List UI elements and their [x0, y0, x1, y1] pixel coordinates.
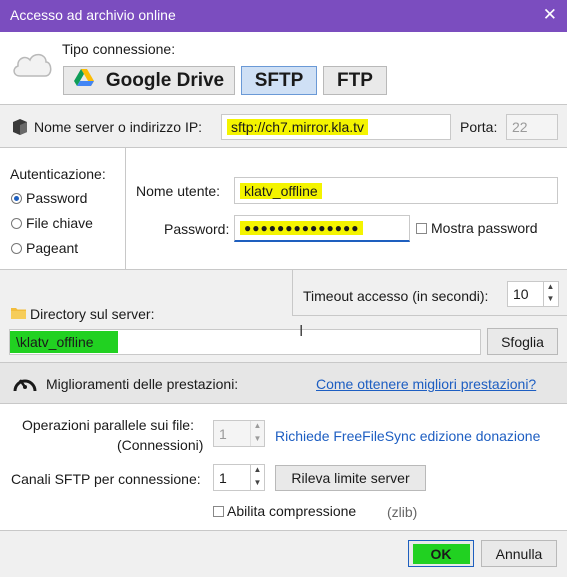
- port-value: 22: [512, 119, 528, 135]
- sftp-label: SFTP: [254, 69, 304, 91]
- folder-icon: [11, 306, 26, 322]
- title-bar: Accesso ad archivio online ✕: [0, 0, 567, 32]
- compression-checkbox[interactable]: [213, 506, 224, 517]
- ok-button[interactable]: OK: [408, 540, 474, 567]
- show-password-checkbox[interactable]: [416, 223, 427, 234]
- browse-label: Sfoglia: [501, 333, 544, 350]
- spin-down-icon[interactable]: ▼: [251, 434, 264, 447]
- parallel-sublabel: (Connessioni): [117, 437, 204, 453]
- performance-section: Operazioni parallele sui file: (Connessi…: [0, 404, 567, 530]
- username-input[interactable]: klatv_offline: [234, 177, 558, 204]
- auth-label: Autenticazione:: [10, 166, 106, 182]
- sftp-button[interactable]: SFTP: [241, 66, 317, 95]
- port-input[interactable]: 22: [506, 114, 558, 140]
- cancel-button[interactable]: Annulla: [481, 540, 557, 567]
- auth-section: Autenticazione: Password File chiave Pag…: [0, 148, 567, 269]
- speedometer-icon: [12, 371, 38, 398]
- radio-pageant[interactable]: [11, 243, 22, 254]
- compression-label[interactable]: Abilita compressione: [227, 503, 356, 519]
- server-label: Nome server o indirizzo IP:: [34, 119, 203, 135]
- radio-key-file-label[interactable]: File chiave: [26, 215, 93, 231]
- radio-password-label[interactable]: Password: [26, 190, 87, 206]
- timeout-box: Timeout accesso (in secondi): 10 ▲ ▼: [292, 270, 567, 316]
- ftp-label: FTP: [337, 69, 373, 91]
- performance-header: Miglioramenti delle prestazioni: Come ot…: [0, 363, 567, 403]
- cancel-label: Annulla: [495, 545, 543, 562]
- donation-link[interactable]: Richiede FreeFileSync edizione donazione: [275, 428, 540, 444]
- radio-key-file[interactable]: [11, 218, 22, 229]
- footer: OK Annulla: [0, 531, 567, 577]
- server-icon: [12, 119, 28, 138]
- parallel-label: Operazioni parallele sui file:: [22, 417, 194, 433]
- password-input[interactable]: ●●●●●●●●●●●●●●: [234, 215, 410, 242]
- server-value: sftp://ch7.mirror.kla.tv: [227, 119, 369, 135]
- server-section: Nome server o indirizzo IP: sftp://ch7.m…: [0, 105, 567, 147]
- browse-button[interactable]: Sfoglia: [487, 328, 558, 355]
- username-label: Nome utente:: [136, 183, 221, 199]
- server-input[interactable]: sftp://ch7.mirror.kla.tv: [221, 114, 451, 140]
- show-password-label[interactable]: Mostra password: [431, 220, 538, 236]
- window-title: Accesso ad archivio online: [10, 7, 176, 23]
- timeout-label: Timeout accesso (in secondi):: [303, 288, 489, 304]
- detect-limit-label: Rileva limite server: [291, 470, 410, 486]
- spin-up-icon[interactable]: ▲: [251, 421, 264, 434]
- password-value: ●●●●●●●●●●●●●●: [240, 221, 364, 235]
- ok-label: OK: [412, 543, 470, 564]
- ftp-button[interactable]: FTP: [323, 66, 387, 95]
- timeout-spinner[interactable]: ▲ ▼: [543, 282, 557, 306]
- performance-label: Miglioramenti delle prestazioni:: [46, 376, 239, 392]
- compression-note: (zlib): [387, 504, 418, 520]
- detect-limit-button[interactable]: Rileva limite server: [275, 465, 426, 491]
- directory-label: Directory sul server:: [30, 306, 155, 322]
- performance-link[interactable]: Come ottenere migliori prestazioni?: [316, 376, 536, 392]
- auth-divider: [125, 148, 126, 269]
- parallel-spinner[interactable]: ▲ ▼: [250, 421, 264, 446]
- close-icon[interactable]: ✕: [543, 5, 557, 25]
- parallel-value: 1: [219, 425, 227, 442]
- directory-value: \klatv_offline: [10, 331, 118, 353]
- connection-type-label: Tipo connessione:: [62, 41, 176, 57]
- username-value: klatv_offline: [240, 182, 322, 199]
- google-drive-label: Google Drive: [105, 69, 225, 91]
- timeout-value: 10: [513, 286, 529, 302]
- channels-value: 1: [219, 469, 227, 486]
- text-cursor-icon: I: [299, 323, 304, 340]
- directory-section: Timeout accesso (in secondi): 10 ▲ ▼ Dir…: [0, 270, 567, 362]
- port-label: Porta:: [460, 119, 498, 135]
- connection-section: Tipo connessione: Google Drive SFTP FTP: [0, 32, 567, 104]
- radio-pageant-label[interactable]: Pageant: [26, 240, 78, 256]
- radio-password[interactable]: [11, 193, 22, 204]
- spin-up-icon[interactable]: ▲: [544, 282, 557, 294]
- spin-down-icon[interactable]: ▼: [544, 294, 557, 306]
- cloud-icon: [10, 48, 54, 83]
- channels-label: Canali SFTP per connessione:: [11, 471, 201, 487]
- spin-up-icon[interactable]: ▲: [251, 465, 264, 478]
- google-drive-button[interactable]: Google Drive: [63, 66, 235, 95]
- password-label: Password:: [164, 221, 230, 237]
- google-drive-icon: [73, 68, 94, 93]
- directory-input[interactable]: \klatv_offline: [9, 329, 481, 355]
- channels-spinner[interactable]: ▲ ▼: [250, 465, 264, 490]
- spin-down-icon[interactable]: ▼: [251, 478, 264, 491]
